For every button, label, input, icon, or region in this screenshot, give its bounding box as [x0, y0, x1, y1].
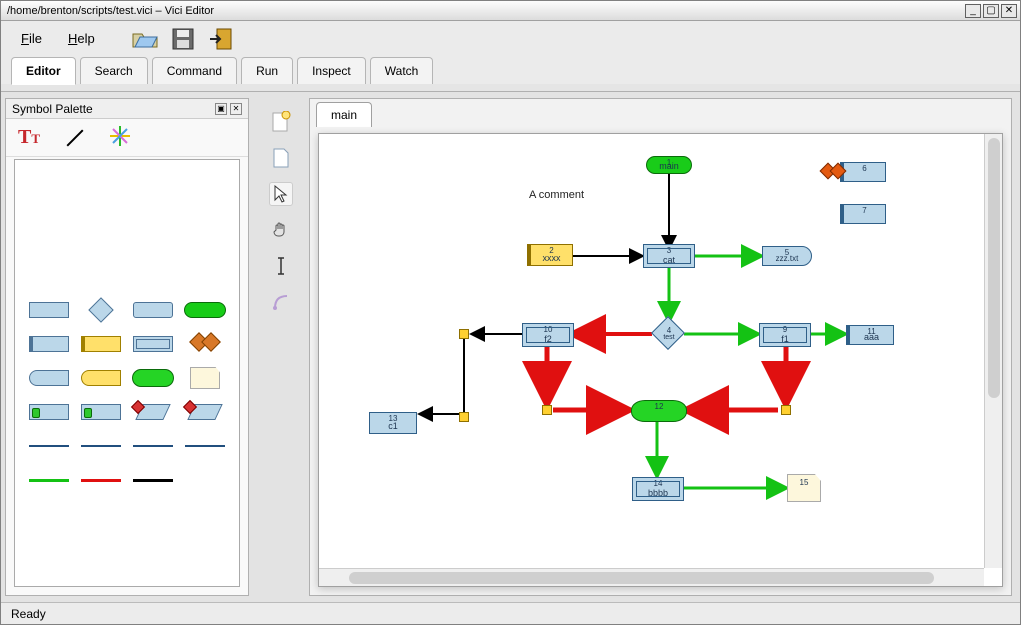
node-aaa[interactable]: 11 aaa [846, 325, 894, 345]
palette-double-rect[interactable] [129, 330, 177, 358]
status-text: Ready [11, 607, 46, 621]
node-c1[interactable]: 13 c1 [369, 412, 417, 434]
hand-tool-icon[interactable] [269, 218, 293, 242]
palette-diamond[interactable] [77, 296, 125, 324]
palette-line-red[interactable] [77, 466, 125, 494]
palette-rounded-rect[interactable] [129, 296, 177, 324]
text-cursor-icon[interactable] [269, 254, 293, 278]
main-tabstrip: Editor Search Command Run Inspect Watch [1, 56, 1020, 84]
palette-capsule-yellow[interactable] [77, 364, 125, 392]
tab-inspect[interactable]: Inspect [297, 57, 366, 84]
node-f1[interactable]: 9 f1 [759, 323, 811, 347]
connector-3[interactable] [542, 405, 552, 415]
node-diamond-pair[interactable] [822, 163, 852, 179]
new-page-icon[interactable] [269, 110, 293, 134]
palette-line-blue-2[interactable] [77, 432, 125, 460]
node-diamond[interactable]: 4 test [656, 321, 682, 347]
palette-tagged-rect-2[interactable] [77, 398, 125, 426]
node-f2[interactable]: 10 f2 [522, 323, 574, 347]
connector-1[interactable] [459, 329, 469, 339]
palette-pill-green[interactable] [181, 296, 229, 324]
palette-bar-yellow[interactable] [77, 330, 125, 358]
node-zzz[interactable]: 5 zzz.txt [762, 246, 812, 266]
text-tool-icon[interactable]: TT [18, 126, 40, 149]
tab-editor[interactable]: Editor [11, 57, 76, 85]
palette-line-blue[interactable] [25, 432, 73, 460]
palette-note[interactable] [181, 364, 229, 392]
close-icon[interactable]: ✕ [1001, 4, 1017, 18]
tab-watch[interactable]: Watch [370, 57, 434, 84]
line-tool-icon[interactable] [67, 129, 84, 146]
star-tool-icon[interactable] [110, 126, 130, 149]
palette-line-blue-3[interactable] [129, 432, 177, 460]
palette-bar-blue[interactable] [25, 330, 73, 358]
canvas-comment: A comment [529, 189, 584, 201]
window-title: /home/brenton/scripts/test.vici – Vici E… [4, 5, 963, 17]
connector-tool-icon[interactable] [269, 290, 293, 314]
doc-tab-main[interactable]: main [316, 102, 372, 127]
node-bbbb[interactable]: 14 bbbb [632, 477, 684, 501]
maximize-icon[interactable]: ▢ [983, 4, 999, 18]
tab-search[interactable]: Search [80, 57, 148, 84]
palette-cylinder-green[interactable] [129, 364, 177, 392]
node-top-bar-2[interactable]: 7 [840, 204, 886, 224]
palette-line-blue-4[interactable] [181, 432, 229, 460]
menu-help[interactable]: Help [58, 27, 105, 50]
palette-line-black[interactable] [129, 466, 177, 494]
menu-file[interactable]: File [11, 27, 52, 50]
symbol-palette-panel: Symbol Palette ▣ ✕ TT [5, 98, 249, 596]
flowchart-canvas[interactable]: A comment 1 main 2 xxxx 3 cat 5 [319, 134, 984, 568]
palette-close-icon[interactable]: ✕ [230, 103, 242, 115]
node-xxxx[interactable]: 2 xxxx [527, 244, 573, 266]
palette-detach-icon[interactable]: ▣ [215, 103, 227, 115]
palette-capsule-blue[interactable] [25, 364, 73, 392]
palette-rectangle[interactable] [25, 296, 73, 324]
symbol-palette-title: Symbol Palette [12, 102, 93, 116]
page-icon[interactable] [269, 146, 293, 170]
palette-tagged-rect-1[interactable] [25, 398, 73, 426]
minimize-icon[interactable]: _ [965, 4, 981, 18]
vertical-scrollbar[interactable] [984, 134, 1002, 568]
exit-icon[interactable] [207, 27, 235, 51]
palette-diamond-pair[interactable] [181, 330, 229, 358]
palette-line-green[interactable] [25, 466, 73, 494]
horizontal-scrollbar[interactable] [319, 568, 984, 586]
node-note[interactable]: 15 [787, 474, 821, 502]
node-cylinder[interactable]: 12 [631, 400, 687, 422]
connector-2[interactable] [459, 412, 469, 422]
tab-command[interactable]: Command [152, 57, 237, 84]
node-main[interactable]: 1 main [646, 156, 692, 174]
palette-tagged-rect-3[interactable] [181, 398, 229, 426]
node-cat[interactable]: 3 cat [643, 244, 695, 268]
tab-run[interactable]: Run [241, 57, 293, 84]
save-icon[interactable] [169, 27, 197, 51]
palette-canvas [14, 159, 240, 587]
palette-skew-red[interactable] [129, 398, 177, 426]
open-folder-icon[interactable] [131, 27, 159, 51]
pointer-tool-icon[interactable] [269, 182, 293, 206]
connector-4[interactable] [781, 405, 791, 415]
